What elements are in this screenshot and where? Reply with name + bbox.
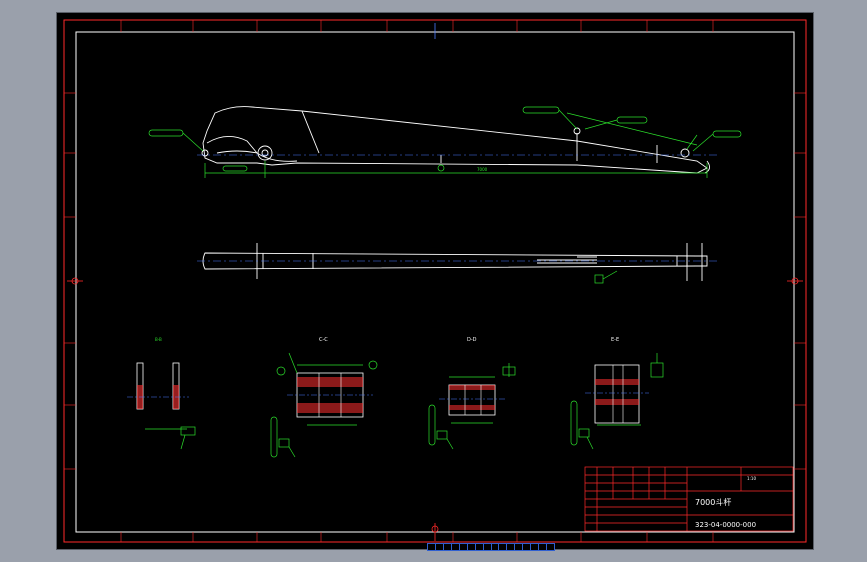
cad-viewport[interactable]: 7000 B-B C-C D-D E-E 7000斗杆 323-04-0000-…	[56, 12, 814, 551]
frame-inner	[75, 31, 795, 533]
title-block-scale: 1:10	[747, 476, 756, 481]
section-b-view: B-B	[127, 337, 196, 450]
zone-ticks	[64, 20, 806, 542]
title-block-title: 7000斗杆	[695, 497, 731, 507]
title-block-drawing-number: 323-04-0000-000	[695, 521, 756, 529]
arm-elevation-view	[201, 106, 710, 174]
arm-plan-view	[202, 243, 708, 281]
main-view-annotations	[148, 106, 742, 178]
centering-marks	[67, 23, 803, 541]
section-c-view: C-C	[270, 337, 378, 458]
section-d-label: D-D	[467, 337, 477, 343]
plan-view-annotations	[594, 270, 618, 284]
dimension-main-text: 7000	[477, 167, 488, 172]
command-status-bar[interactable]	[427, 543, 555, 551]
section-b-label: B-B	[155, 337, 162, 342]
frame-outer	[63, 19, 807, 543]
section-d-view: D-D	[428, 337, 516, 450]
section-e-view: E-E	[570, 337, 664, 450]
cad-drawing: 7000 B-B C-C D-D E-E 7000斗杆 323-04-0000-…	[63, 19, 807, 543]
section-c-label: C-C	[319, 337, 328, 343]
section-e-label: E-E	[611, 337, 619, 343]
title-block	[584, 466, 794, 532]
